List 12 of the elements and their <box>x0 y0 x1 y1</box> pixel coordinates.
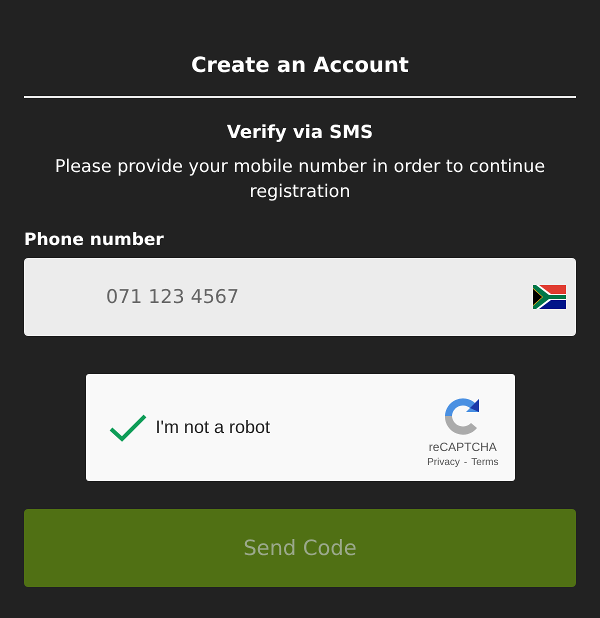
section-heading: Verify via SMS <box>226 121 374 145</box>
privacy-link[interactable]: Privacy <box>427 456 460 468</box>
phone-field[interactable]: 071 123 4567 <box>24 258 576 336</box>
terms-link[interactable]: Terms <box>471 456 498 468</box>
captcha-label: I'm not a robot <box>156 417 270 438</box>
checkmark-icon[interactable] <box>108 412 148 442</box>
link-separator: - <box>464 456 468 468</box>
flag-icon[interactable] <box>533 285 566 309</box>
recaptcha-brand: reCAPTCHA <box>428 440 497 454</box>
field-label: Phone number <box>24 229 165 251</box>
page-title: Create an Account <box>190 52 410 79</box>
instructions-text: Please provide your mobile number in order to continue registration <box>54 156 546 204</box>
